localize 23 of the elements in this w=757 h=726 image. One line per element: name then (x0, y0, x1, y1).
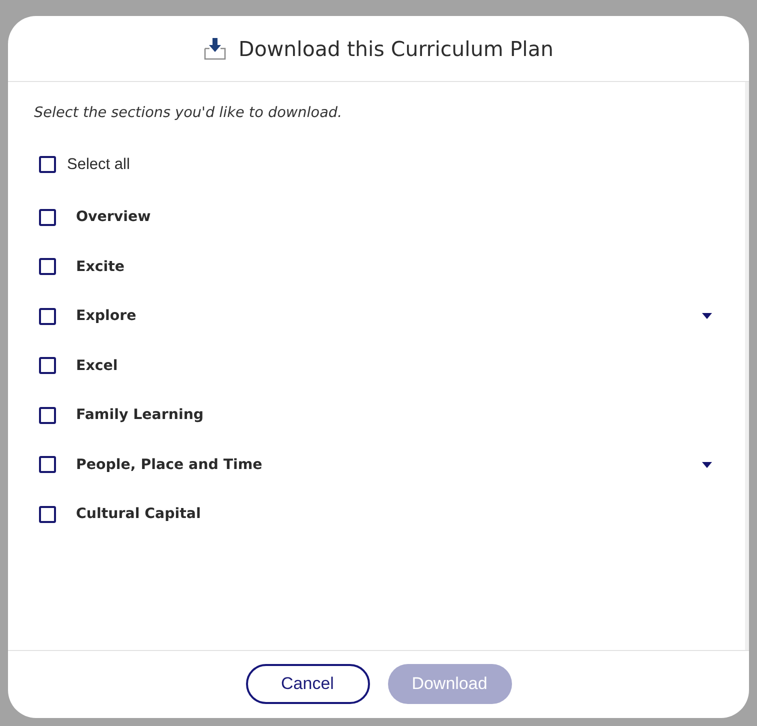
section-label[interactable]: People, Place and Time (76, 454, 262, 475)
caret-down-icon[interactable] (702, 462, 712, 468)
dialog-title: Download this Curriculum Plan (238, 36, 554, 62)
checkbox[interactable] (39, 357, 56, 374)
checkbox[interactable] (39, 308, 56, 325)
checkbox[interactable] (39, 506, 56, 523)
checkbox[interactable] (39, 406, 56, 424)
caret-down-icon[interactable] (702, 313, 712, 320)
download-icon (204, 37, 226, 60)
section-label[interactable]: Cultural Capital (76, 504, 201, 524)
section-label[interactable]: Family Learning (76, 405, 204, 426)
section-label[interactable]: Overview (76, 207, 151, 228)
scrollbar[interactable] (745, 82, 749, 650)
checkbox[interactable] (39, 208, 56, 226)
section-label[interactable]: Excel (76, 356, 118, 376)
instruction-text: Select the sections you'd like to download. (34, 104, 342, 123)
section-label[interactable]: Excite (76, 256, 125, 277)
select-all-label[interactable]: Select all (67, 154, 130, 174)
checkbox[interactable] (39, 456, 56, 474)
section-label[interactable]: Explore (76, 306, 136, 326)
checkbox[interactable] (39, 258, 56, 276)
cancel-button[interactable]: Cancel (246, 664, 370, 704)
checkbox[interactable] (39, 156, 56, 173)
